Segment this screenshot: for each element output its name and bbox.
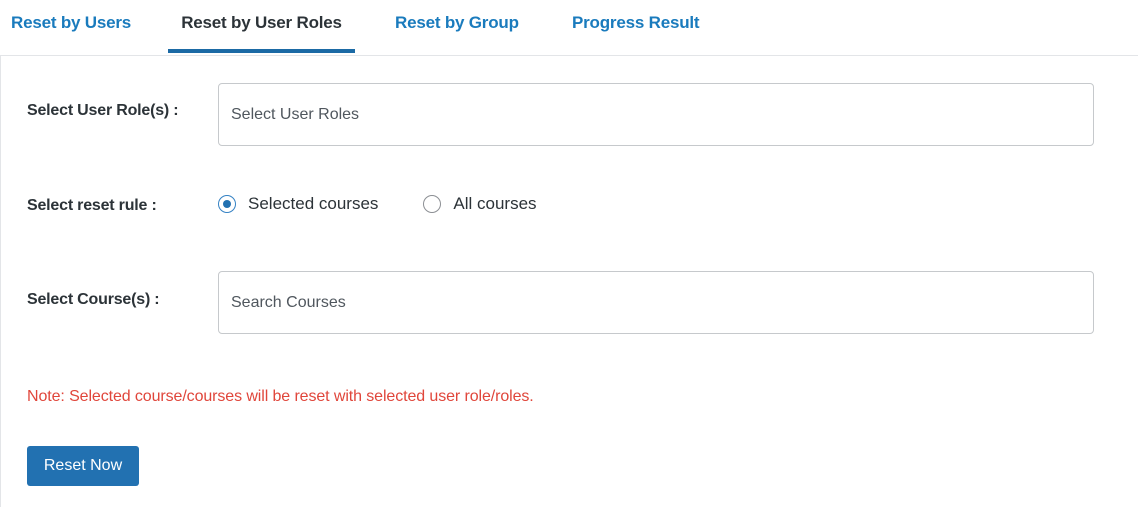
radio-label-selected-courses: Selected courses <box>248 194 379 213</box>
tab-bar: Reset by Users Reset by User Roles Reset… <box>0 0 1138 56</box>
tab-reset-by-user-roles[interactable]: Reset by User Roles <box>168 0 355 53</box>
radio-label-all-courses: All courses <box>453 194 537 213</box>
tab-progress-result[interactable]: Progress Result <box>572 0 700 53</box>
courses-label: Select Course(s) : <box>27 291 160 308</box>
user-roles-select[interactable] <box>218 83 1094 146</box>
radio-selected-courses[interactable] <box>218 195 236 213</box>
courses-search-input[interactable] <box>218 271 1094 334</box>
reset-rule-label: Select reset rule : <box>27 197 157 214</box>
tab-reset-by-group[interactable]: Reset by Group <box>395 0 519 53</box>
reset-now-button[interactable]: Reset Now <box>27 446 139 486</box>
radio-option-selected-courses[interactable]: Selected courses <box>218 194 378 214</box>
reset-form-panel: Select User Role(s) : Select reset rule … <box>0 56 1138 507</box>
radio-option-all-courses[interactable]: All courses <box>423 194 537 214</box>
radio-all-courses[interactable] <box>423 195 442 213</box>
reset-rule-radio-group: Selected courses All courses <box>218 192 582 216</box>
tab-reset-by-users[interactable]: Reset by Users <box>11 0 131 53</box>
reset-note: Note: Selected course/courses will be re… <box>27 388 534 405</box>
user-roles-label: Select User Role(s) : <box>27 102 179 119</box>
